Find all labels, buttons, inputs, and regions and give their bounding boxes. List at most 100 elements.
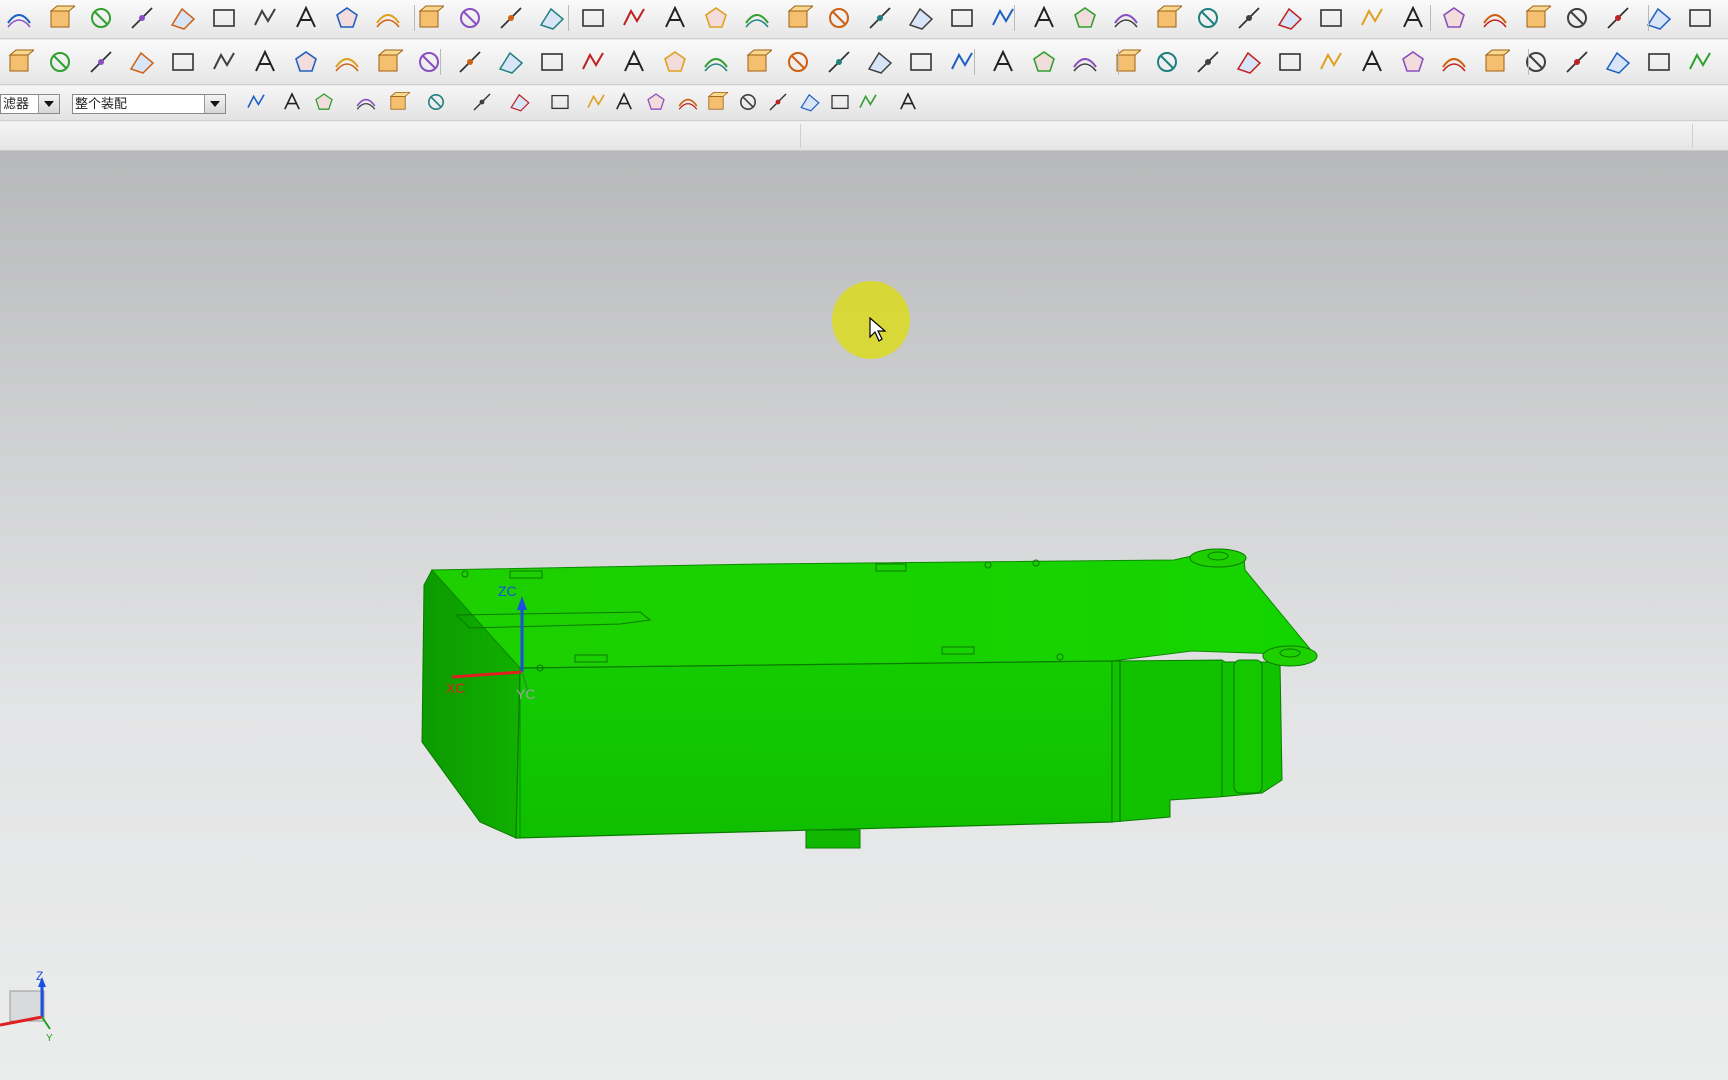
- text-icon[interactable]: [244, 90, 268, 114]
- point-set-icon[interactable]: [988, 47, 1018, 77]
- offset-curve-icon[interactable]: [619, 3, 649, 33]
- polygon-icon[interactable]: [766, 90, 790, 114]
- wireframe-icon[interactable]: [906, 47, 936, 77]
- surface-mesh-icon[interactable]: [1357, 47, 1387, 77]
- rectangle-icon[interactable]: [373, 47, 403, 77]
- blend-surface-icon[interactable]: [1398, 47, 1428, 77]
- angle-icon[interactable]: [1234, 47, 1264, 77]
- angle-icon[interactable]: [1234, 3, 1264, 33]
- horizontal-line-icon[interactable]: [354, 90, 378, 114]
- rectangle-icon[interactable]: [508, 90, 532, 114]
- extract-icon[interactable]: [701, 47, 731, 77]
- type-filter-dropdown[interactable]: 滤器: [0, 94, 60, 114]
- measure-distance-icon[interactable]: [947, 47, 977, 77]
- cylinder-icon[interactable]: [1644, 47, 1674, 77]
- project-curve-icon[interactable]: [280, 90, 304, 114]
- cut-icon[interactable]: [1562, 3, 1592, 33]
- mesh-icon[interactable]: [1193, 47, 1223, 77]
- surface-grid-icon[interactable]: [1316, 47, 1346, 77]
- bridge-curve-icon[interactable]: [783, 47, 813, 77]
- bridge-curve-icon[interactable]: [584, 90, 608, 114]
- draft-analysis-icon[interactable]: [1111, 3, 1141, 33]
- surface-grid-icon[interactable]: [896, 90, 920, 114]
- polygon-icon[interactable]: [496, 47, 526, 77]
- draft-analysis-icon[interactable]: [856, 90, 880, 114]
- extract-icon[interactable]: [798, 90, 822, 114]
- blend-surface-icon[interactable]: [1398, 3, 1428, 33]
- project-curve-icon[interactable]: [660, 47, 690, 77]
- shade-icon[interactable]: [1275, 3, 1305, 33]
- face-analysis-icon[interactable]: [1439, 3, 1469, 33]
- surface-icon[interactable]: [537, 3, 567, 33]
- part-model[interactable]: [421, 548, 1318, 849]
- cut-icon[interactable]: [45, 3, 75, 33]
- curve-spline-icon[interactable]: [578, 47, 608, 77]
- polygon-icon[interactable]: [496, 3, 526, 33]
- graphics-viewport[interactable]: ZC XC YC Z Y: [0, 151, 1728, 1080]
- project-curve-icon[interactable]: [660, 3, 690, 33]
- mold-tool-icon[interactable]: [250, 3, 280, 33]
- text-icon[interactable]: [455, 3, 485, 33]
- hand-icon[interactable]: [1603, 47, 1633, 77]
- layer-icon[interactable]: [168, 3, 198, 33]
- layer-icon[interactable]: [168, 47, 198, 77]
- bridge-curve-icon[interactable]: [783, 3, 813, 33]
- face-analysis-icon[interactable]: [1439, 47, 1469, 77]
- reflection-icon[interactable]: [1480, 47, 1510, 77]
- reflection-icon[interactable]: [424, 90, 448, 114]
- cylinder-icon[interactable]: [127, 3, 157, 33]
- hand-icon[interactable]: [86, 47, 116, 77]
- thicken-icon[interactable]: [291, 47, 321, 77]
- blend-surface-icon[interactable]: [676, 90, 700, 114]
- thicken-icon[interactable]: [736, 90, 760, 114]
- measure-distance-icon[interactable]: [947, 3, 977, 33]
- trim-curve-icon[interactable]: [742, 3, 772, 33]
- fillet-curve-icon[interactable]: [824, 47, 854, 77]
- ruler-icon[interactable]: [4, 3, 34, 33]
- section-view-icon[interactable]: [865, 3, 895, 33]
- layer-settings-icon[interactable]: [209, 3, 239, 33]
- hand-icon[interactable]: [1603, 3, 1633, 33]
- layer-icon[interactable]: [470, 90, 494, 114]
- cut-icon[interactable]: [1562, 47, 1592, 77]
- draft-analysis-icon[interactable]: [1111, 47, 1141, 77]
- rectangle-icon[interactable]: [373, 3, 403, 33]
- horizontal-line-icon[interactable]: [1070, 3, 1100, 33]
- trim-curve-icon[interactable]: [742, 47, 772, 77]
- hand-icon[interactable]: [704, 90, 728, 114]
- curve-spline-icon[interactable]: [578, 3, 608, 33]
- extract-icon[interactable]: [701, 3, 731, 33]
- section-view-icon[interactable]: [312, 90, 336, 114]
- selection-scope-dropdown[interactable]: 整个装配: [72, 94, 226, 114]
- cut-icon[interactable]: [45, 47, 75, 77]
- shade-icon[interactable]: [1275, 47, 1305, 77]
- fillet-curve-icon[interactable]: [824, 3, 854, 33]
- mesh-icon[interactable]: [644, 90, 668, 114]
- text-box-icon[interactable]: [1152, 3, 1182, 33]
- thicken-icon[interactable]: [291, 3, 321, 33]
- text-box-icon[interactable]: [1152, 47, 1182, 77]
- surface-mesh-icon[interactable]: [1357, 3, 1387, 33]
- section-view-icon[interactable]: [865, 47, 895, 77]
- curve-analysis-icon[interactable]: [1029, 3, 1059, 33]
- chevron-down-icon[interactable]: [204, 95, 225, 113]
- mold-tool-icon[interactable]: [250, 47, 280, 77]
- surface-grid-icon[interactable]: [1316, 3, 1346, 33]
- cylinder-icon[interactable]: [127, 47, 157, 77]
- mesh-icon[interactable]: [1193, 3, 1223, 33]
- color-sphere-icon[interactable]: [332, 3, 362, 33]
- chevron-down-icon[interactable]: [38, 95, 59, 113]
- ruler-icon[interactable]: [1521, 47, 1551, 77]
- curve-analysis-icon[interactable]: [1029, 47, 1059, 77]
- horizontal-line-icon[interactable]: [1070, 47, 1100, 77]
- wireframe-icon[interactable]: [906, 3, 936, 33]
- polyline-icon[interactable]: [414, 3, 444, 33]
- wireframe-icon[interactable]: [828, 90, 852, 114]
- text-icon[interactable]: [455, 47, 485, 77]
- surface-icon[interactable]: [537, 47, 567, 77]
- hand-icon[interactable]: [86, 3, 116, 33]
- offset-curve-icon[interactable]: [619, 47, 649, 77]
- reflection-icon[interactable]: [1480, 3, 1510, 33]
- layer-settings-icon[interactable]: [209, 47, 239, 77]
- ruler-icon[interactable]: [4, 47, 34, 77]
